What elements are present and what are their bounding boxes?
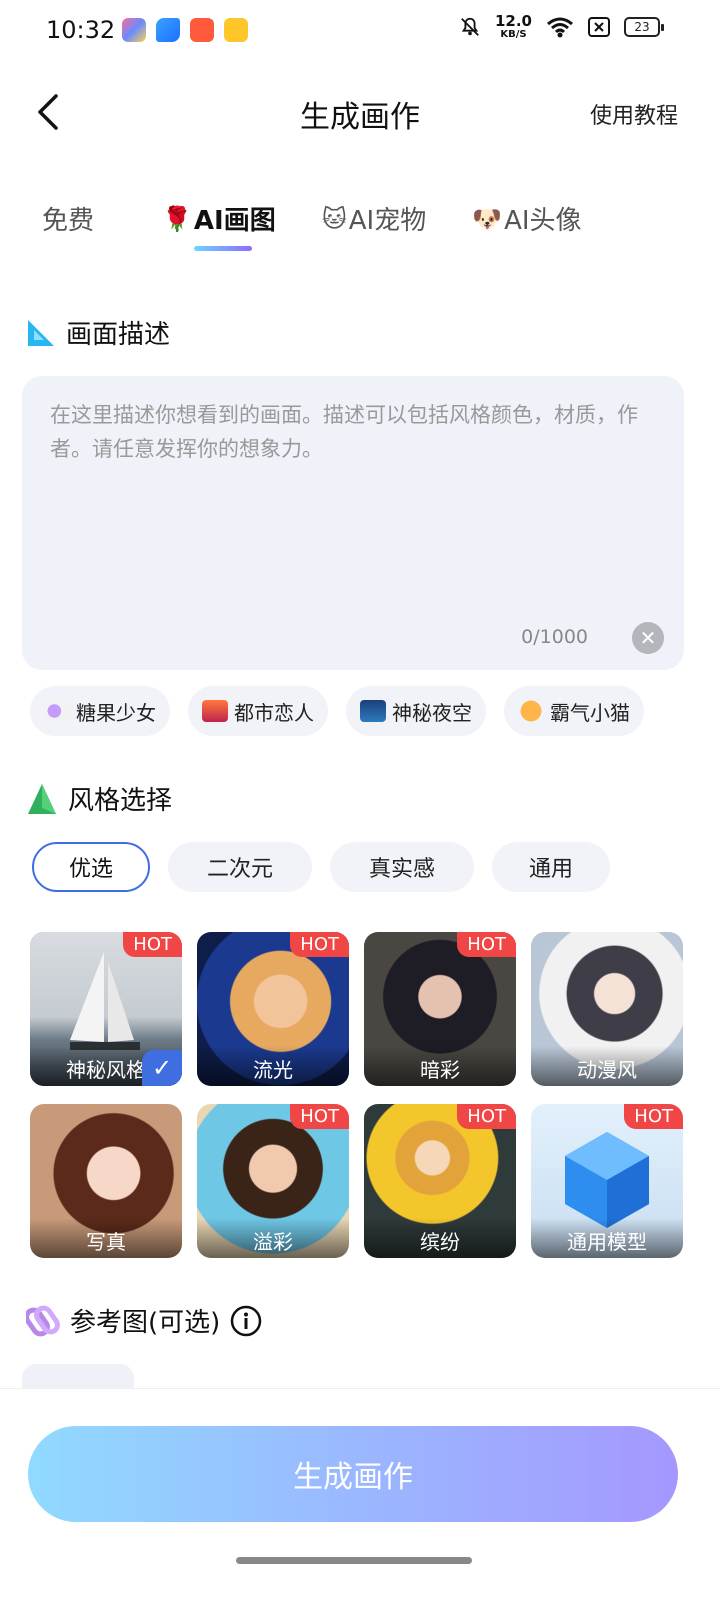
style-section-title: 风格选择 — [26, 780, 172, 817]
hot-badge: HOT — [290, 932, 349, 957]
tutorial-link[interactable]: 使用教程 — [590, 98, 678, 130]
wifi-icon — [547, 17, 573, 38]
green-triangle-icon — [28, 783, 56, 814]
card-label: 缤纷 — [364, 1218, 516, 1258]
chip-label: 糖果少女 — [76, 700, 156, 725]
card-label: 流光 — [197, 1046, 349, 1086]
battery-indicator: 23 — [624, 17, 664, 37]
generate-button[interactable]: 生成画作 — [28, 1426, 678, 1522]
app-notification-icon — [122, 18, 146, 42]
style-card-general-model[interactable]: HOT 通用模型 — [531, 1104, 683, 1258]
hot-badge: HOT — [123, 932, 182, 957]
tab-label: AI宠物 — [348, 206, 427, 236]
card-label: 写真 — [30, 1218, 182, 1258]
triangle-ruler-icon — [28, 319, 54, 346]
section-title-text: 参考图(可选) — [70, 1308, 221, 1338]
app-notification-icon — [190, 18, 214, 42]
hot-badge: HOT — [457, 932, 516, 957]
description-box: 0/1000 ✕ — [22, 376, 684, 670]
tab-ai-pet[interactable]: 🐱 AI宠物 — [322, 200, 427, 237]
suggestion-chip[interactable]: 糖果少女 — [30, 686, 170, 736]
paperclip-icon — [26, 1305, 60, 1336]
card-label: 暗彩 — [364, 1046, 516, 1086]
card-label: 溢彩 — [197, 1218, 349, 1258]
notification-app-icons — [122, 18, 248, 42]
app-notification-icon — [156, 18, 180, 42]
tab-ai-drawing[interactable]: 🌹 AI画图 — [162, 200, 276, 237]
home-indicator[interactable] — [236, 1557, 472, 1564]
pill-anime[interactable]: 二次元 — [168, 842, 312, 892]
char-counter: 0/1000 — [521, 626, 588, 648]
category-tabs: 免费 🌹 AI画图 🐱 AI宠物 🐶 AI头像 — [42, 200, 628, 237]
style-card-streamer[interactable]: HOT 流光 — [197, 932, 349, 1086]
style-card-anime[interactable]: 动漫风 — [531, 932, 683, 1086]
cat-icon — [518, 700, 544, 722]
style-card-mysterious[interactable]: HOT 神秘风格 ✓ — [30, 932, 182, 1086]
style-card-vivid[interactable]: HOT 溢彩 — [197, 1104, 349, 1258]
description-input[interactable] — [50, 398, 650, 598]
suggestion-chip[interactable]: 都市恋人 — [188, 686, 328, 736]
card-label: 动漫风 — [531, 1046, 683, 1086]
style-grid: HOT 神秘风格 ✓ HOT 流光 HOT 暗彩 动漫风 写真 HOT 溢彩 H… — [30, 932, 686, 1258]
night-sky-icon — [360, 700, 386, 722]
style-card-portrait[interactable]: 写真 — [30, 1104, 182, 1258]
description-section-title: 画面描述 — [26, 314, 170, 351]
hot-badge: HOT — [624, 1104, 683, 1129]
candy-icon — [44, 700, 70, 722]
status-time: 10:32 — [46, 16, 116, 44]
clear-text-icon[interactable]: ✕ — [632, 622, 664, 654]
net-speed-value: 12.0 — [494, 12, 532, 30]
tab-ai-avatar[interactable]: 🐶 AI头像 — [472, 200, 581, 237]
cat-face-icon: 🐱 — [321, 204, 347, 233]
pill-preferred[interactable]: 优选 — [32, 842, 150, 892]
tab-free[interactable]: 免费 — [42, 200, 94, 237]
style-filter-pills: 优选 二次元 真实感 通用 — [32, 842, 610, 892]
app-notification-icon — [224, 18, 248, 42]
active-tab-indicator — [194, 246, 252, 251]
sim-off-icon — [588, 17, 610, 37]
info-icon[interactable] — [230, 1305, 262, 1337]
section-title-text: 风格选择 — [68, 786, 173, 816]
reference-section-title: 参考图(可选) — [26, 1302, 262, 1339]
hot-badge: HOT — [290, 1104, 349, 1129]
card-label: 通用模型 — [531, 1218, 683, 1258]
prompt-suggestions: 糖果少女 都市恋人 神秘夜空 霸气小猫 — [30, 686, 644, 736]
net-speed-unit: KB/S — [500, 29, 527, 40]
chip-label: 都市恋人 — [234, 700, 314, 725]
tab-label: AI头像 — [504, 206, 582, 236]
status-indicators: 12.0 KB/S 23 — [459, 12, 664, 41]
chip-label: 霸气小猫 — [550, 700, 630, 725]
section-title-text: 画面描述 — [66, 320, 171, 350]
pill-realistic[interactable]: 真实感 — [330, 842, 474, 892]
dog-face-icon: 🐶 — [472, 204, 503, 233]
suggestion-chip[interactable]: 霸气小猫 — [504, 686, 644, 736]
hot-badge: HOT — [457, 1104, 516, 1129]
mute-bell-icon — [461, 17, 479, 36]
city-icon — [202, 700, 228, 722]
tab-label: AI画图 — [193, 206, 276, 236]
chip-label: 神秘夜空 — [392, 700, 472, 725]
checkmark-icon: ✓ — [142, 1050, 182, 1086]
pill-general[interactable]: 通用 — [492, 842, 610, 892]
status-bar: 10:32 12.0 KB/S 23 — [0, 0, 720, 64]
suggestion-chip[interactable]: 神秘夜空 — [346, 686, 486, 736]
style-card-colorful[interactable]: HOT 缤纷 — [364, 1104, 516, 1258]
rose-icon: 🌹 — [162, 204, 192, 233]
style-card-dark-color[interactable]: HOT 暗彩 — [364, 932, 516, 1086]
net-speed: 12.0 KB/S — [494, 12, 532, 41]
tab-label: 免费 — [42, 206, 95, 236]
